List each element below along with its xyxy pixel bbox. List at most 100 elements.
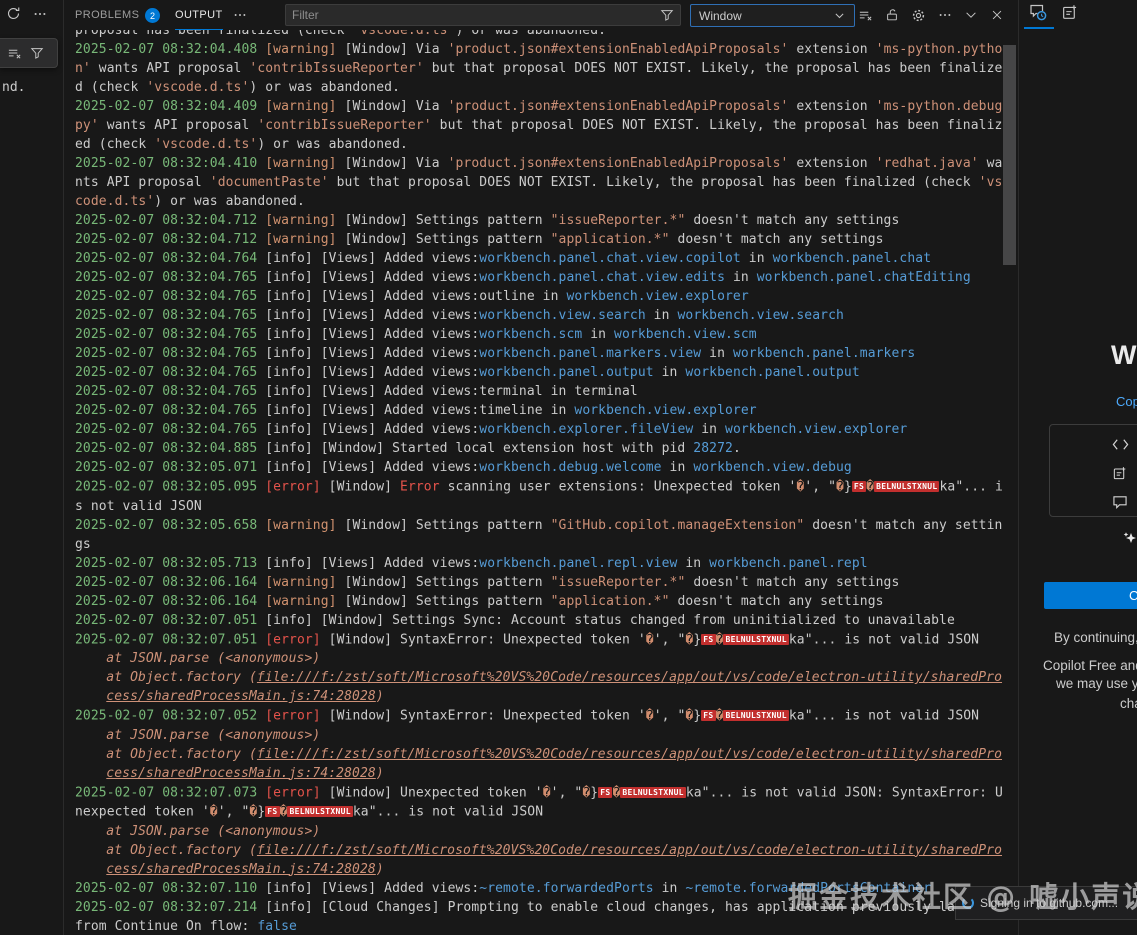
filter-input[interactable] <box>292 8 660 22</box>
log-segment: 2025-02-07 08:32:04.409 <box>75 99 265 114</box>
log-segment: 'contribIssueReporter' <box>257 118 431 133</box>
log-segment: but that proposal DOES NOT EXIST. Likely… <box>329 175 979 190</box>
close-icon[interactable] <box>990 8 1004 22</box>
log-line: 2025-02-07 08:32:06.164 [warning] [Windo… <box>75 592 1003 611</box>
log-segment: at Object.factory ( <box>106 747 257 762</box>
settings-gear-icon[interactable] <box>911 8 926 23</box>
unlock-icon[interactable] <box>885 8 899 22</box>
log-segment: ka"... is not valid JSON <box>353 805 543 820</box>
filter-funnel-icon[interactable] <box>660 8 674 22</box>
log-segment: � <box>646 709 654 724</box>
log-segment: [info] [Views] Added views: <box>265 460 479 475</box>
filter-funnel-icon[interactable] <box>30 46 44 60</box>
new-chat-icon[interactable] <box>1061 4 1078 21</box>
log-segment: workbench.scm <box>479 327 582 342</box>
log-segment: 2025-02-07 08:32:04.764 <box>75 251 265 266</box>
log-segment: BELNULSTXNUL <box>620 787 685 798</box>
log-segment: doesn't match any settings <box>670 232 884 247</box>
log-segment: 2025-02-07 08:32:07.051 <box>75 632 265 647</box>
problems-count-badge: 2 <box>145 8 160 23</box>
log-segment: workbench.panel.repl.view <box>479 556 677 571</box>
log-segment: FS <box>701 634 715 645</box>
log-segment: ka"... is not valid JSON <box>789 632 979 647</box>
log-segment: workbench.panel.chatEditing <box>757 270 971 285</box>
feature-row-chat <box>1112 493 1137 511</box>
output-log-area[interactable]: proposal has been finalized (check 'vsco… <box>65 30 1003 935</box>
log-segment: ) <box>376 689 384 704</box>
log-line: 2025-02-07 08:32:04.409 [warning] [Windo… <box>75 97 1003 154</box>
log-segment: [info] [Views] Added views: <box>265 270 479 285</box>
log-line: 2025-02-07 08:32:04.764 [info] [Views] A… <box>75 249 1003 268</box>
log-segment: 'product.json#extensionEnabledApiProposa… <box>448 156 789 171</box>
log-segment: [info] [Views] Added views:terminal in t… <box>265 384 638 399</box>
copilot-signin-button[interactable]: C <box>1044 582 1137 609</box>
output-panel-header: PROBLEMS 2 OUTPUT Window <box>65 0 1018 30</box>
tab-output[interactable]: OUTPUT <box>175 0 223 30</box>
log-segment: 'vscode.d.ts' <box>352 30 455 38</box>
active-tab-underline <box>1024 27 1054 29</box>
log-segment: workbench.view.explorer <box>566 289 748 304</box>
log-segment: ', " <box>654 709 686 724</box>
log-line: 2025-02-07 08:32:04.885 [info] [Window] … <box>75 439 1003 458</box>
more-actions-icon[interactable] <box>938 8 952 22</box>
log-segment: extension <box>788 42 875 57</box>
panel-tabs-more-icon[interactable] <box>233 0 247 30</box>
log-segment: ) or was abandoned. <box>154 194 305 209</box>
log-segment: 2025-02-07 08:32:04.765 <box>75 403 265 418</box>
log-segment: [Window] Via <box>337 99 448 114</box>
filter-input-box <box>285 4 681 26</box>
log-segment: extension <box>788 99 875 114</box>
log-segment: workbench.view.debug <box>693 460 852 475</box>
log-segment: ~remote.forwardedPortsContainer <box>685 881 931 896</box>
log-segment: 2025-02-07 08:32:04.765 <box>75 365 265 380</box>
log-segment: 2025-02-07 08:32:07.052 <box>75 709 265 724</box>
log-segment: ) <box>376 766 384 781</box>
log-segment: at JSON.parse (<anonymous>) <box>106 824 320 839</box>
log-segment: [info] [Views] Added views: <box>265 251 479 266</box>
log-segment: ) or was abandoned. <box>455 30 606 38</box>
log-segment: [warning] <box>265 156 336 171</box>
log-segment: 2025-02-07 08:32:04.712 <box>75 213 265 228</box>
spinner-icon <box>962 897 974 909</box>
log-segment: FS <box>701 710 715 721</box>
log-segment: [warning] <box>265 575 336 590</box>
terms-text-line: we may use yo <box>1056 676 1137 691</box>
log-line: at Object.factory (file:///f:/zst/soft/M… <box>75 745 1003 783</box>
log-line: 2025-02-07 08:32:04.765 [info] [Views] A… <box>75 401 1003 420</box>
log-segment: [Window] <box>321 480 400 495</box>
log-segment: workbench.panel.output <box>685 365 859 380</box>
output-channel-select[interactable]: Window <box>690 4 855 27</box>
more-icon[interactable] <box>33 7 47 21</box>
log-segment: [Window] SyntaxError: Unexpected token ' <box>321 632 646 647</box>
log-segment: 2025-02-07 08:32:05.071 <box>75 460 265 475</box>
log-segment: 28272 <box>693 441 733 456</box>
new-file-icon <box>1112 466 1127 481</box>
log-segment: � <box>836 480 844 495</box>
terms-text-line: Copilot Free and <box>1043 658 1137 673</box>
toast-message: Signing in to github.com... <box>980 896 1118 910</box>
clear-list-icon[interactable] <box>7 46 22 61</box>
log-segment: "issueReporter.*" <box>551 213 686 228</box>
copilot-chat-history-icon[interactable] <box>1027 3 1048 22</box>
log-segment: [warning] <box>265 213 336 228</box>
log-segment: workbench.view.search <box>677 308 843 323</box>
log-segment: at JSON.parse (<anonymous>) <box>106 651 320 666</box>
log-content: proposal has been finalized (check 'vsco… <box>65 30 1003 935</box>
copilot-info-link[interactable]: Cop <box>1116 394 1137 409</box>
clear-output-icon[interactable] <box>858 8 873 23</box>
chevron-down-icon[interactable] <box>964 8 978 22</box>
log-segment: workbench.view.search <box>479 308 645 323</box>
log-segment: 2025-02-07 08:32:04.410 <box>75 156 265 171</box>
log-segment: workbench.explorer.fileView <box>479 422 693 437</box>
log-segment: Error <box>400 480 440 495</box>
log-line: at JSON.parse (<anonymous>) <box>75 649 1003 668</box>
vertical-scrollbar-thumb[interactable] <box>1003 45 1016 265</box>
log-segment: [Window] Settings pattern <box>337 594 551 609</box>
copilot-side-panel: We Cop C By continuing, Copilot Free and… <box>1018 0 1137 935</box>
log-segment: ) or was abandoned. <box>257 137 408 152</box>
tab-problems[interactable]: PROBLEMS <box>75 0 139 30</box>
log-segment: 2025-02-07 08:32:04.765 <box>75 422 265 437</box>
refresh-icon[interactable] <box>6 6 21 21</box>
log-segment: [warning] <box>265 42 336 57</box>
log-line: 2025-02-07 08:32:04.765 [info] [Views] A… <box>75 287 1003 306</box>
